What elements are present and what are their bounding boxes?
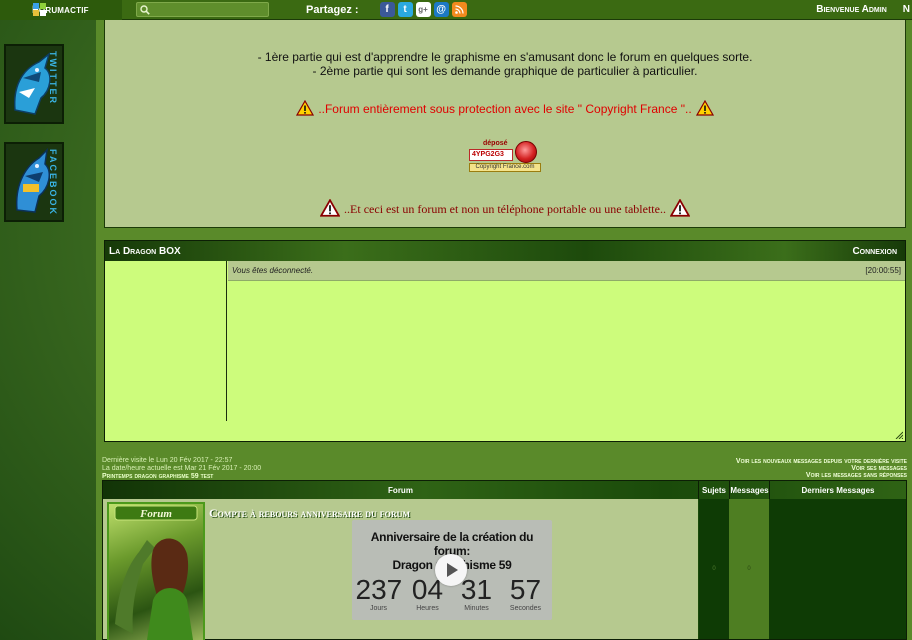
chatbox-message-time: [20:00:55] [865, 266, 901, 275]
chatbox-header: La Dragon BOX Connexion [105, 241, 905, 261]
header-derniers: Derniers Messages [769, 481, 906, 499]
depose-site: Copyright France.com [469, 163, 541, 172]
forum-image[interactable]: Forum [107, 502, 205, 640]
messages-cell: 0 [729, 499, 769, 639]
social-sidebar: TWITTER FACEBOOK [0, 20, 96, 640]
chatbox-message: Vous êtes déconnecté. [20:00:55] [228, 261, 905, 281]
table-row: Forum Compte à rebours anniversaire du f… [103, 499, 906, 640]
toolbar-search[interactable] [136, 2, 269, 17]
new-messages-link[interactable]: Voir les nouveaux messages depuis votre … [736, 458, 907, 465]
connexion-link[interactable]: Connexion [852, 246, 897, 257]
phone-warning-text: ..Et ceci est un forum et non un télépho… [344, 202, 666, 216]
forum-title-link[interactable]: Compte à rebours anniversaire du forum [209, 506, 410, 521]
countdown-days-value: 237 [355, 574, 403, 605]
unanswered-link[interactable]: Voir les messages sans réponses [736, 472, 907, 479]
forum-table: Forum Sujets Messages Derniers Messages … [102, 480, 907, 640]
last-messages-cell [769, 499, 906, 639]
copyright-france-badge[interactable]: déposé 4YPG2G3 Copyright France.com [469, 140, 541, 176]
current-date: La date/heure actuelle est Mar 21 Fév 20… [102, 465, 262, 472]
countdown-minutes-label: Minutes [464, 605, 489, 612]
forum-cell: Forum Compte à rebours anniversaire du f… [103, 499, 698, 640]
phone-warning: ..Et ceci est un forum et non un télépho… [105, 199, 905, 217]
header-messages: Messages [729, 481, 769, 499]
countdown-widget[interactable]: Anniversaire de la création du forum: Dr… [352, 520, 552, 620]
warning-icon [695, 100, 714, 116]
forum-table-header: Forum Sujets Messages Derniers Messages [103, 481, 906, 499]
intro-line-1: - 1ère partie qui est d'apprendre le gra… [257, 50, 753, 64]
warning-icon [296, 100, 315, 116]
warning-icon [320, 199, 341, 217]
forum-image-caption: Forum [139, 508, 172, 520]
twitter-icon[interactable]: t [397, 2, 413, 17]
header-sujets: Sujets [698, 481, 729, 499]
facebook-icon[interactable]: f [379, 2, 395, 17]
forumactif-logo-icon[interactable] [33, 3, 46, 16]
intro-text: - 1ère partie qui est d'apprendre le gra… [105, 50, 905, 78]
depose-label: déposé [483, 140, 508, 147]
copyright-warning: ..Forum entièrement sous protection avec… [105, 100, 905, 116]
welcome-link[interactable]: Bienvenue Admin [816, 4, 887, 15]
play-icon[interactable] [435, 554, 467, 586]
facebook-link[interactable]: FACEBOOK [4, 142, 64, 222]
rss-icon[interactable] [451, 2, 467, 17]
warning-icon [669, 199, 690, 217]
main-content: - 1ère partie qui est d'apprendre le gra… [96, 20, 912, 640]
forumactif-toolbar: Forumactif Partagez : f t g+ @ Bienvenue… [0, 0, 912, 20]
announcement-panel: - 1ère partie qui est d'apprendre le gra… [104, 20, 906, 228]
chatbox: La Dragon BOX Connexion Vous êtes déconn… [104, 240, 906, 442]
own-messages-link[interactable]: Voir ses messages [736, 465, 907, 472]
copyright-warning-text: ..Forum entièrement sous protection avec… [318, 102, 692, 116]
sujets-cell: 0 [698, 499, 729, 639]
countdown-hours-label: Heures [416, 605, 439, 612]
chatbox-messages: Vous êtes déconnecté. [20:00:55] [228, 261, 905, 421]
header-forum: Forum [388, 485, 413, 495]
resize-grip-icon[interactable] [895, 431, 903, 439]
share-label: Partagez : [306, 3, 359, 16]
google-plus-icon[interactable]: g+ [415, 2, 431, 17]
countdown-seconds-value: 57 [509, 574, 542, 605]
chatbox-users-list [105, 261, 227, 421]
notifications-link[interactable]: N [903, 4, 910, 15]
twitter-label: TWITTER [48, 51, 58, 105]
countdown-days-label: Jours [369, 605, 388, 612]
countdown-seconds-label: Secondes [509, 605, 542, 612]
chatbox-title: La Dragon BOX [109, 245, 181, 257]
depose-code: 4YPG2G3 [469, 149, 513, 161]
visit-info: Dernière visite le Lun 20 Fév 2017 - 22:… [102, 457, 261, 481]
chatbox-message-text: Vous êtes déconnecté. [232, 266, 314, 275]
email-icon[interactable]: @ [433, 2, 449, 17]
search-input[interactable] [150, 4, 260, 15]
chatbox-body: Vous êtes déconnecté. [20:00:55] [105, 261, 905, 441]
countdown-days: 237 Jours [355, 574, 403, 613]
search-links: Voir les nouveaux messages depuis votre … [736, 458, 907, 479]
intro-line-2: - 2ème partie qui sont les demande graph… [312, 64, 698, 78]
seal-icon [515, 141, 537, 163]
share-icons: f t g+ @ [379, 2, 467, 17]
twitter-link[interactable]: TWITTER [4, 44, 64, 124]
forum-artwork-icon: Forum [114, 505, 198, 640]
forumactif-brand[interactable]: Forumactif [0, 0, 122, 20]
facebook-label: FACEBOOK [48, 149, 58, 217]
last-visit: Dernière visite le Lun 20 Fév 2017 - 22:… [102, 457, 233, 464]
search-icon [140, 4, 150, 15]
countdown-seconds: 57 Secondes [503, 574, 549, 613]
